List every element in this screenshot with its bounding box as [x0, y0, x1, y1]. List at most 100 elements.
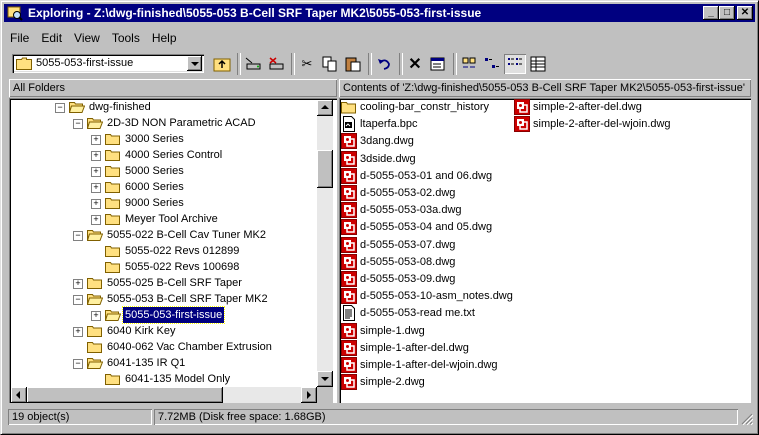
dwg-file-icon [341, 150, 357, 167]
expand-icon[interactable]: + [91, 199, 101, 209]
maximize-button[interactable]: □ [719, 6, 735, 20]
scissors-icon: ✂ [301, 56, 313, 71]
menu-edit[interactable]: Edit [35, 29, 68, 47]
contents-header: Contents of 'Z:\dwg-finished\5055-053 B-… [339, 79, 751, 97]
folder-icon [105, 374, 120, 385]
menu-help[interactable]: Help [146, 29, 183, 47]
scroll-right-button[interactable] [301, 387, 317, 403]
scroll-down-button[interactable] [317, 371, 333, 387]
tree-node-label: 9000 Series [125, 197, 184, 209]
list-view-button[interactable] [504, 54, 526, 74]
open-folder-icon [87, 118, 103, 129]
delete-icon: ✕ [408, 56, 422, 73]
expand-icon[interactable]: + [73, 327, 83, 337]
dwg-file-icon [514, 99, 530, 115]
properties-icon [430, 57, 445, 71]
address-dropdown-button[interactable] [187, 56, 202, 71]
scroll-thumb[interactable] [317, 150, 333, 188]
tree-node-label: 6040-062 Vac Chamber Extrusion [107, 341, 272, 353]
open-folder-icon [87, 358, 103, 369]
expand-icon[interactable]: + [73, 279, 83, 289]
folder-icon [105, 246, 120, 257]
collapse-icon[interactable]: − [55, 103, 65, 113]
file-name: simple-1-after-del.dwg [360, 341, 469, 354]
up-folder-icon [213, 58, 231, 72]
large-icons-button[interactable] [458, 54, 480, 74]
scroll-up-button[interactable] [317, 100, 333, 116]
disconnect-drive-button[interactable] [265, 54, 287, 74]
collapse-icon[interactable]: − [73, 295, 83, 305]
tree-node-label: 6040 Kirk Key [107, 325, 176, 337]
menu-view[interactable]: View [68, 29, 106, 47]
details-icon [530, 56, 546, 72]
tree-node-label: 6000 Series [125, 181, 184, 193]
file-name: d-5055-053-07.dwg [360, 238, 456, 251]
collapse-icon[interactable]: − [73, 359, 83, 369]
delete-button[interactable]: ✕ [404, 54, 426, 74]
open-folder-icon [69, 102, 85, 113]
up-folder-button[interactable] [211, 54, 233, 74]
expand-icon[interactable]: + [91, 311, 101, 321]
dwg-file-icon [341, 357, 357, 373]
tree-node-label: 6041-135 Model Only [125, 373, 231, 385]
file-name: d-5055-053-01 and 06.dwg [360, 169, 493, 182]
hscroll-thumb[interactable] [27, 387, 223, 403]
dwg-file-icon [341, 167, 357, 184]
collapse-icon[interactable]: − [73, 231, 83, 241]
folder-icon [341, 102, 356, 114]
dwg-file-icon [341, 133, 357, 150]
expand-icon[interactable]: + [91, 135, 101, 145]
close-button[interactable]: ✕ [737, 6, 753, 20]
paste-button[interactable] [342, 54, 364, 74]
folder-icon [105, 198, 120, 209]
tree-node-label: dwg-finished [89, 101, 151, 113]
collapse-icon[interactable]: − [73, 119, 83, 129]
dwg-file-icon [341, 236, 357, 253]
dwg-file-icon [341, 322, 357, 339]
small-icons-button[interactable] [481, 54, 503, 74]
title-bar[interactable]: Exploring - Z:\dwg-finished\5055-053 B-C… [4, 4, 755, 22]
tree-node-label: 5055-022 Revs 100698 [125, 261, 240, 273]
tree-node-label: 6041-135 IR Q1 [107, 357, 186, 369]
tree-horizontal-scrollbar[interactable] [11, 387, 317, 403]
properties-button[interactable] [427, 54, 449, 74]
dwg-file-icon [341, 202, 357, 219]
file-name: simple-1.dwg [360, 324, 425, 337]
list-icon [508, 58, 522, 65]
address-combo[interactable]: 5055-053-first-issue [12, 54, 204, 73]
tree-vertical-scrollbar[interactable] [317, 100, 333, 387]
folder-icon [87, 326, 102, 337]
tree-node-label: 2D-3D NON Parametric ACAD [107, 117, 256, 129]
expand-icon[interactable]: + [91, 183, 101, 193]
expand-icon[interactable]: + [91, 167, 101, 177]
dwg-file-icon [341, 288, 357, 305]
tree-node-label: 3000 Series [125, 133, 184, 145]
scroll-left-button[interactable] [11, 387, 27, 403]
expand-icon[interactable]: + [91, 215, 101, 225]
open-folder-icon [87, 294, 103, 305]
folder-icon [87, 342, 102, 353]
menu-tools[interactable]: Tools [106, 29, 146, 47]
address-value: 5055-053-first-issue [36, 57, 134, 69]
file-name: simple-1-after-del-wjoin.dwg [360, 359, 498, 371]
folder-icon [105, 262, 120, 273]
map-drive-button[interactable] [242, 54, 264, 74]
file-name: cooling-bar_constr_history [360, 101, 490, 113]
undo-button[interactable] [373, 54, 395, 74]
cut-button[interactable]: ✂ [296, 54, 318, 74]
file-name: d-5055-053-03a.dwg [360, 204, 462, 217]
menu-file[interactable]: File [4, 29, 35, 47]
file-name: d-5055-053-04 and 05.dwg [360, 221, 493, 234]
expand-icon[interactable]: + [91, 151, 101, 161]
resize-grip-icon[interactable] [741, 413, 753, 425]
tree-node-label: 5055-053 B-Cell SRF Taper MK2 [107, 293, 268, 305]
file-name: simple-2-after-del.dwg [533, 101, 642, 113]
copy-button[interactable] [319, 54, 341, 74]
folder-icon [105, 182, 120, 193]
minimize-button[interactable]: _ [703, 6, 719, 20]
text-file-icon [343, 305, 355, 322]
tree-node-label: 5055-053-first-issue [121, 306, 226, 324]
explorer-window: Exploring - Z:\dwg-finished\5055-053 B-C… [0, 0, 759, 435]
dwg-file-icon [341, 271, 357, 287]
details-view-button[interactable] [527, 54, 549, 74]
